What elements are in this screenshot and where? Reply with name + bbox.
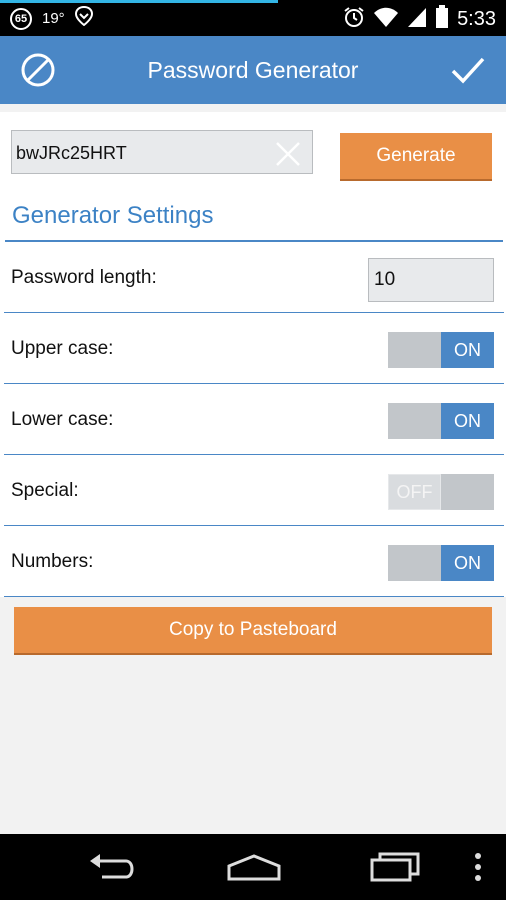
lower-case-toggle-state: ON xyxy=(441,403,494,439)
status-bar-right: 5:33 xyxy=(343,5,496,34)
special-toggle[interactable]: OFF xyxy=(388,474,494,510)
app-bar: Password Generator xyxy=(0,36,506,104)
back-icon[interactable] xyxy=(88,852,136,887)
upper-case-toggle-state: ON xyxy=(441,332,494,368)
password-field[interactable] xyxy=(11,130,313,174)
password-input[interactable] xyxy=(14,137,268,169)
signal-icon xyxy=(407,6,427,33)
generator-card: Generate xyxy=(0,112,506,186)
recents-icon[interactable] xyxy=(370,852,420,887)
numbers-toggle-state: ON xyxy=(441,545,494,581)
wifi-icon xyxy=(373,6,399,33)
settings-section-header: Generator Settings xyxy=(0,186,506,242)
clock-text: 5:33 xyxy=(457,8,496,30)
setting-row-special: Special: OFF xyxy=(4,455,504,526)
setting-row-numbers: Numbers: ON xyxy=(4,526,504,597)
numbers-label: Numbers: xyxy=(11,551,94,572)
upper-case-label: Upper case: xyxy=(11,338,114,359)
notification-badge-icon: 65 xyxy=(10,7,32,30)
overflow-menu-icon[interactable] xyxy=(474,852,482,887)
settings-list: Password length: Upper case: ON Lower ca… xyxy=(0,242,506,597)
navigation-bar xyxy=(0,834,506,900)
settings-header-title: Generator Settings xyxy=(12,202,214,229)
generate-button[interactable]: Generate xyxy=(340,133,492,179)
checkmark-icon[interactable] xyxy=(450,52,486,88)
password-length-label: Password length: xyxy=(11,267,157,288)
numbers-toggle[interactable]: ON xyxy=(388,545,494,581)
home-icon[interactable] xyxy=(227,852,281,887)
lower-case-label: Lower case: xyxy=(11,409,114,430)
temperature-text: 19° xyxy=(42,10,65,27)
setting-row-password-length: Password length: xyxy=(4,242,504,313)
copy-to-pasteboard-button[interactable]: Copy to Pasteboard xyxy=(14,607,492,653)
clear-icon[interactable] xyxy=(276,142,300,166)
battery-icon xyxy=(435,5,449,34)
upper-case-toggle[interactable]: ON xyxy=(388,332,494,368)
setting-row-lower-case: Lower case: ON xyxy=(4,384,504,455)
special-toggle-state: OFF xyxy=(388,474,441,510)
status-bar: 65 19° 5:33 xyxy=(0,0,506,36)
status-progress-bar xyxy=(0,0,278,3)
special-label: Special: xyxy=(11,480,79,501)
status-bar-left: 65 19° xyxy=(10,5,93,31)
app-title: Password Generator xyxy=(147,57,359,83)
lower-case-toggle[interactable]: ON xyxy=(388,403,494,439)
location-icon xyxy=(74,5,93,31)
alarm-icon xyxy=(343,6,365,33)
password-length-input[interactable] xyxy=(368,258,494,302)
main-content: Generate Generator Settings Password len… xyxy=(0,104,506,834)
setting-row-upper-case: Upper case: ON xyxy=(4,313,504,384)
